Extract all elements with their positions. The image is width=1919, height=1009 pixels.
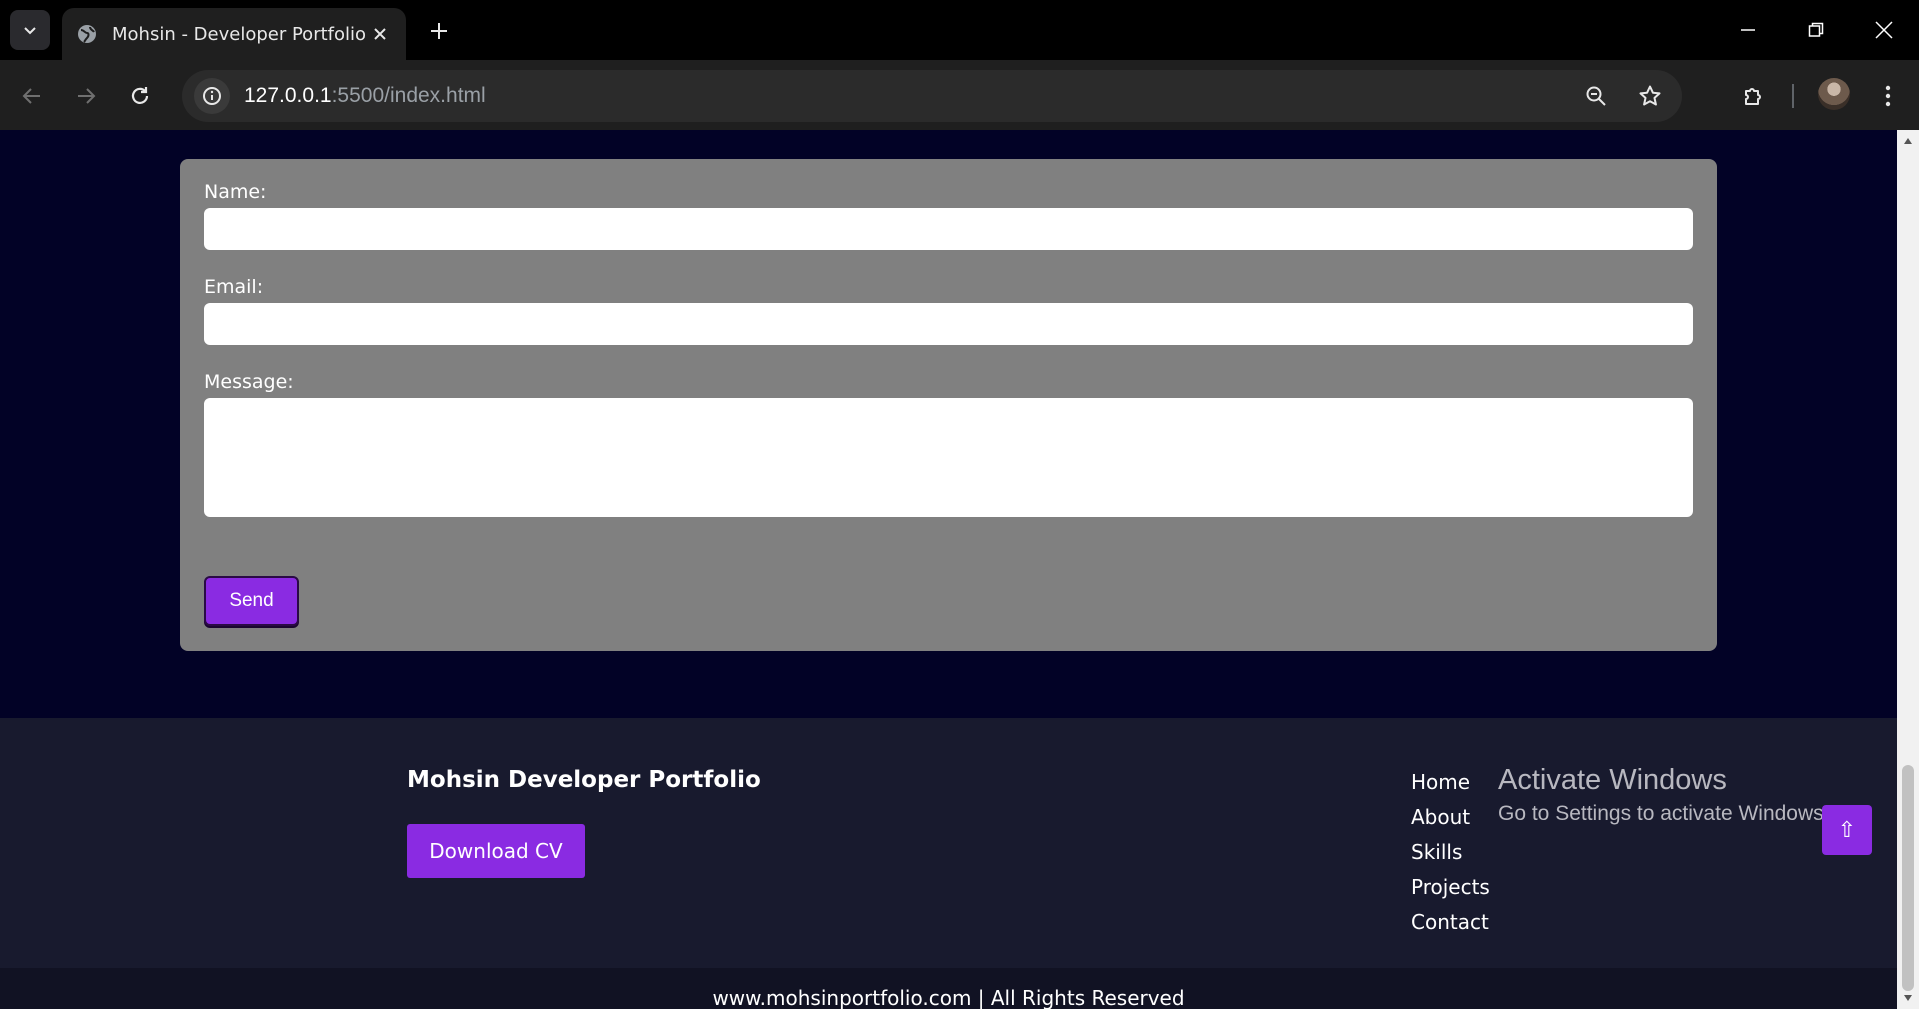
email-label: Email: [204, 276, 264, 298]
tab-title: Mohsin - Developer Portfolio [112, 23, 367, 45]
restore-icon [1808, 22, 1824, 37]
reload-icon [131, 87, 149, 104]
back-button[interactable] [12, 76, 52, 116]
close-window-button[interactable] [1858, 8, 1910, 52]
footer-link-skills[interactable]: Skills [1411, 840, 1490, 875]
arrow-right-icon [78, 88, 96, 104]
scroll-thumb[interactable] [1902, 765, 1914, 991]
close-tab-icon[interactable] [368, 22, 392, 46]
footer-link-about[interactable]: About [1411, 805, 1490, 840]
url-text[interactable]: 127.0.0.1:5500/index.html [244, 84, 486, 108]
copyright-text: www.mohsinportfolio.com | All Rights Res… [712, 986, 1185, 1009]
restore-button[interactable] [1790, 8, 1842, 52]
arrow-left-icon [22, 88, 40, 104]
plus-icon [431, 23, 447, 39]
extensions-button[interactable] [1734, 76, 1774, 116]
browser-tab[interactable]: Mohsin - Developer Portfolio [62, 8, 406, 60]
footer-nav: Home About Skills Projects Contact [1411, 770, 1490, 945]
email-input[interactable] [204, 303, 1693, 345]
chevron-down-icon [24, 27, 36, 35]
scroll-up-arrow-icon[interactable] [1901, 134, 1915, 148]
toolbar-divider [1792, 84, 1794, 108]
puzzle-icon [1745, 88, 1761, 105]
globe-icon [78, 25, 96, 43]
profile-avatar[interactable] [1818, 78, 1850, 110]
address-bar[interactable]: 127.0.0.1:5500/index.html [182, 70, 1682, 122]
scroll-down-arrow-icon[interactable] [1901, 991, 1915, 1005]
bookmark-star-icon[interactable] [1632, 78, 1668, 114]
zoom-icon[interactable] [1578, 78, 1614, 114]
forward-button[interactable] [66, 76, 106, 116]
contact-form: Name: Email: Message: Send [180, 159, 1717, 651]
close-icon [1875, 21, 1893, 39]
message-label: Message: [204, 371, 294, 393]
new-tab-button[interactable] [422, 14, 456, 48]
download-cv-button[interactable]: Download CV [407, 824, 585, 878]
site-info-icon[interactable] [194, 78, 230, 114]
reload-button[interactable] [120, 76, 160, 116]
minimize-button[interactable] [1722, 8, 1774, 52]
menu-button[interactable] [1868, 76, 1908, 116]
more-vertical-icon [1885, 85, 1891, 107]
back-to-top-button[interactable]: ⇧ [1822, 805, 1872, 855]
browser-toolbar: 127.0.0.1:5500/index.html [0, 60, 1919, 130]
footer-link-home[interactable]: Home [1411, 770, 1490, 805]
site-footer: Mohsin Developer Portfolio Download CV H… [0, 718, 1897, 1009]
footer-link-projects[interactable]: Projects [1411, 875, 1490, 910]
footer-link-contact[interactable]: Contact [1411, 910, 1490, 945]
page-viewport: Name: Email: Message: Send Mohsin Develo… [0, 130, 1897, 1009]
name-input[interactable] [204, 208, 1693, 250]
browser-tab-strip: Mohsin - Developer Portfolio [0, 0, 1919, 60]
omnibox-actions [1578, 78, 1668, 114]
arrow-up-icon: ⇧ [1837, 817, 1857, 843]
minimize-icon [1741, 29, 1755, 31]
name-label: Name: [204, 181, 267, 203]
message-textarea[interactable] [204, 398, 1693, 517]
send-button[interactable]: Send [204, 576, 299, 626]
footer-brand: Mohsin Developer Portfolio [407, 767, 761, 793]
page-scrollbar[interactable] [1897, 130, 1919, 1009]
copyright-bar: www.mohsinportfolio.com | All Rights Res… [0, 968, 1897, 1009]
tab-search-button[interactable] [10, 10, 50, 50]
